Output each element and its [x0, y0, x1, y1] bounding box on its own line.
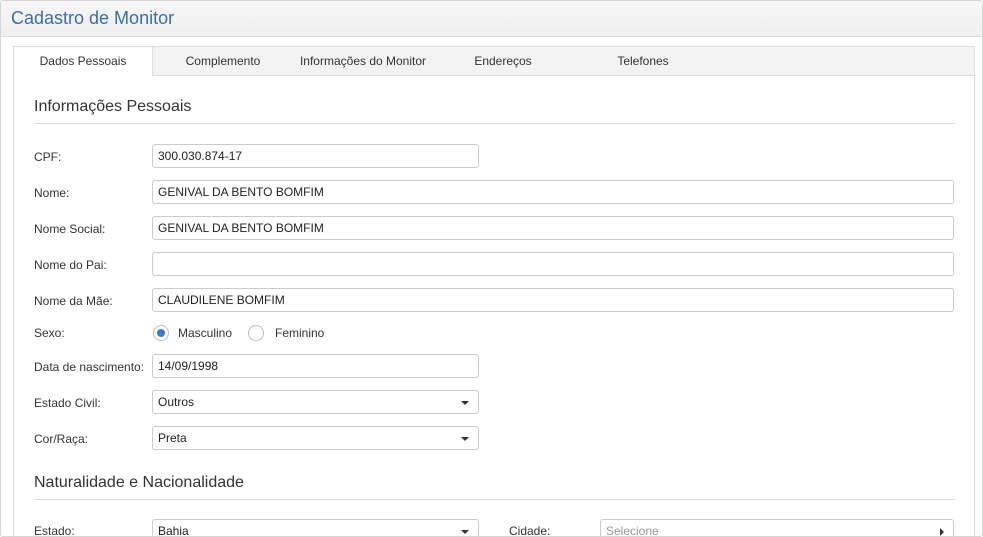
tab-complemento[interactable]: Complemento	[164, 47, 282, 75]
section-divider	[34, 499, 954, 500]
nascimento-input[interactable]: 14/09/1998	[152, 354, 479, 378]
cpf-input[interactable]: 300.030.874-17	[152, 144, 479, 168]
chevron-down-icon	[461, 530, 469, 534]
sexo-feminino-radio[interactable]	[248, 325, 264, 341]
estado-civil-label: Estado Civil:	[34, 396, 101, 410]
tab-informacoes-monitor[interactable]: Informações do Monitor	[294, 47, 432, 75]
section-title-birthplace: Naturalidade e Nacionalidade	[34, 474, 244, 491]
tab-bar: Dados Pessoais Complemento Informações d…	[14, 47, 974, 76]
tab-telefones[interactable]: Telefones	[594, 47, 692, 75]
estado-value: Bahia	[158, 524, 189, 537]
sexo-masculino-radio[interactable]	[153, 325, 169, 341]
estado-civil-select[interactable]: Outros	[152, 390, 479, 414]
nome-input[interactable]: GENIVAL DA BENTO BOMFIM	[152, 180, 954, 204]
nome-mae-label: Nome da Mãe:	[34, 294, 113, 308]
cidade-placeholder: Selecione	[606, 524, 659, 537]
cor-raca-label: Cor/Raça:	[34, 432, 89, 446]
nome-mae-input[interactable]: CLAUDILENE BOMFIM	[152, 288, 954, 312]
chevron-down-icon	[461, 437, 469, 441]
sexo-label: Sexo:	[34, 326, 65, 340]
nome-pai-input[interactable]	[152, 252, 954, 276]
tab-dados-pessoais[interactable]: Dados Pessoais	[14, 47, 153, 76]
cor-raca-select[interactable]: Preta	[152, 426, 479, 450]
chevron-down-icon	[461, 401, 469, 405]
cpf-label: CPF:	[34, 150, 62, 164]
estado-civil-value: Outros	[158, 395, 195, 409]
cor-raca-value: Preta	[158, 431, 187, 445]
window-titlebar: Cadastro de Monitor	[1, 1, 982, 37]
section-divider	[34, 123, 954, 124]
sexo-masculino-label: Masculino	[178, 326, 233, 340]
monitor-registration-window: Cadastro de Monitor Dados Pessoais Compl…	[0, 0, 983, 537]
nascimento-label: Data de nascimento:	[34, 360, 145, 374]
section-title-personal: Informações Pessoais	[34, 98, 192, 115]
estado-label: Estado:	[34, 524, 75, 537]
tab-enderecos[interactable]: Endereços	[454, 47, 552, 75]
nome-label: Nome:	[34, 186, 70, 200]
nome-pai-label: Nome do Pai:	[34, 258, 107, 272]
form-panel: Dados Pessoais Complemento Informações d…	[13, 46, 975, 537]
cidade-label: Cidade:	[509, 524, 551, 537]
cidade-select[interactable]: Selecione	[600, 519, 954, 537]
estado-select[interactable]: Bahia	[152, 519, 479, 537]
chevron-right-icon	[940, 528, 944, 536]
nome-social-label: Nome Social:	[34, 222, 106, 236]
window-title: Cadastro de Monitor	[11, 8, 175, 28]
sexo-feminino-label: Feminino	[275, 326, 325, 340]
nome-social-input[interactable]: GENIVAL DA BENTO BOMFIM	[152, 216, 954, 240]
